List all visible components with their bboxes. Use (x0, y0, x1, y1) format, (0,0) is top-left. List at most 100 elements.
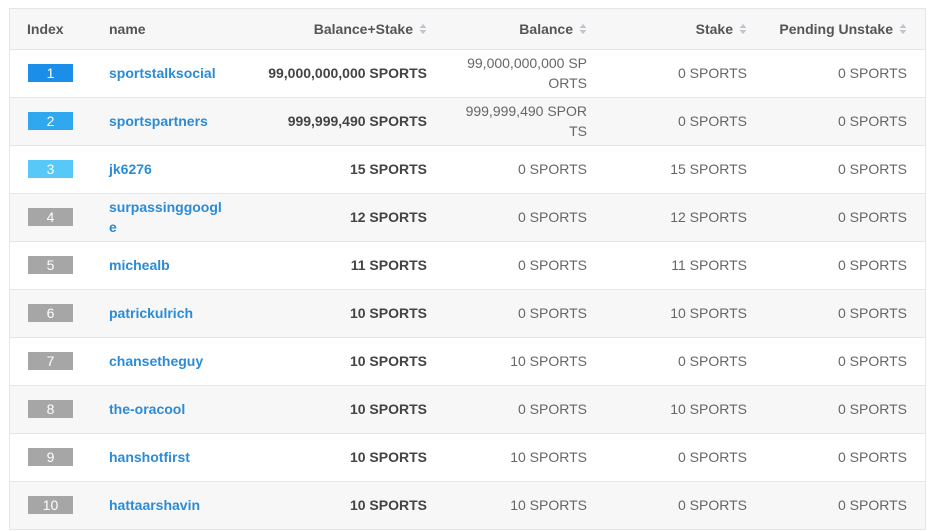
table-row: 2 sportspartners 999,999,490 SPORTS 999,999… (10, 97, 925, 145)
cell-stake: 12 SPORTS (670, 209, 747, 225)
cell-balance: 0 SPORTS (427, 289, 587, 337)
cell-stake: 0 SPORTS (678, 497, 747, 513)
cell-index: 1 (10, 49, 109, 97)
cell-balance-stake: 10 SPORTS (349, 497, 427, 513)
cell-name: surpassinggoogle (109, 193, 234, 241)
balance-value: 0 SPORTS (518, 209, 587, 225)
cell-balance-stake: 99,000,000,000 SPORTS (268, 65, 427, 81)
header-total-sortable[interactable]: Balance+Stake (234, 9, 427, 50)
header-balance-label: Balance (519, 20, 573, 37)
cell-pending-unstake: 0 SPORTS (838, 353, 907, 369)
cell-index: 6 (10, 289, 109, 337)
table-row: 10 hattaarshavin 10 SPORTS 10 SPORTS 0 SPORT… (10, 481, 925, 529)
richlist-table-container: Index name Balance+Stake Balance Stake P… (9, 8, 926, 530)
header-index: Index (10, 9, 109, 50)
cell-balance: 0 SPORTS (427, 193, 587, 241)
cell-index: 2 (10, 97, 109, 145)
table-row: 6 patrickulrich 10 SPORTS 0 SPORTS 10 SPORTS… (10, 289, 925, 337)
cell-pending-unstake: 0 SPORTS (838, 449, 907, 465)
header-row: Index name Balance+Stake Balance Stake P… (10, 9, 925, 50)
balance-value: 999,999,490 SPORTS (465, 103, 587, 139)
balance-value: 10 SPORTS (510, 497, 587, 513)
cell-balance-stake: 15 SPORTS (349, 161, 427, 177)
account-link[interactable]: chansetheguy (109, 351, 225, 371)
rank-badge: 8 (28, 400, 73, 418)
cell-name: the-oracool (109, 385, 234, 433)
header-index-label: Index (27, 20, 64, 37)
header-balance-sortable[interactable]: Balance (427, 9, 587, 50)
cell-balance-stake: 999,999,490 SPORTS (287, 113, 427, 129)
account-link[interactable]: michealb (109, 255, 225, 275)
cell-balance-stake: 10 SPORTS (349, 305, 427, 321)
cell-balance: 10 SPORTS (427, 337, 587, 385)
header-pending-sortable[interactable]: Pending Unstake (747, 9, 925, 50)
account-link[interactable]: hattaarshavin (109, 495, 225, 515)
account-link[interactable]: jk6276 (109, 159, 225, 179)
cell-stake: 11 SPORTS (671, 257, 747, 273)
cell-stake: 0 SPORTS (678, 113, 747, 129)
cell-balance: 0 SPORTS (427, 241, 587, 289)
account-link[interactable]: patrickulrich (109, 303, 225, 323)
cell-stake: 0 SPORTS (678, 65, 747, 81)
sort-icon[interactable] (419, 23, 427, 35)
cell-balance-stake: 10 SPORTS (349, 353, 427, 369)
header-pending-label: Pending Unstake (779, 20, 893, 37)
header-stake-sortable[interactable]: Stake (587, 9, 747, 50)
cell-name: sportspartners (109, 97, 234, 145)
header-name-label: name (109, 20, 146, 37)
cell-pending-unstake: 0 SPORTS (838, 161, 907, 177)
rank-badge: 2 (28, 112, 73, 130)
balance-value: 0 SPORTS (518, 257, 587, 273)
cell-index: 3 (10, 145, 109, 193)
cell-pending-unstake: 0 SPORTS (838, 65, 907, 81)
cell-pending-unstake: 0 SPORTS (838, 257, 907, 273)
balance-value: 10 SPORTS (510, 449, 587, 465)
cell-name: chansetheguy (109, 337, 234, 385)
table-row: 7 chansetheguy 10 SPORTS 10 SPORTS 0 SPORTS 0… (10, 337, 925, 385)
rank-badge: 10 (28, 496, 73, 514)
cell-name: sportstalksocial (109, 49, 234, 97)
cell-pending-unstake: 0 SPORTS (838, 305, 907, 321)
cell-balance-stake: 12 SPORTS (349, 209, 427, 225)
rank-badge: 1 (28, 64, 73, 82)
cell-balance: 0 SPORTS (427, 145, 587, 193)
table-row: 5 michealb 11 SPORTS 0 SPORTS 11 SPORTS 0 SPO… (10, 241, 925, 289)
cell-index: 9 (10, 433, 109, 481)
header-total-label: Balance+Stake (313, 20, 413, 37)
cell-name: patrickulrich (109, 289, 234, 337)
cell-stake: 0 SPORTS (678, 449, 747, 465)
cell-balance: 999,999,490 SPORTS (427, 97, 587, 145)
table-row: 1 sportstalksocial 99,000,000,000 SPORTS 99… (10, 49, 925, 97)
cell-index: 7 (10, 337, 109, 385)
header-stake-label: Stake (695, 20, 733, 37)
sort-icon[interactable] (899, 23, 907, 35)
cell-balance-stake: 11 SPORTS (350, 257, 427, 273)
cell-index: 5 (10, 241, 109, 289)
cell-name: michealb (109, 241, 234, 289)
rank-badge: 6 (28, 304, 73, 322)
cell-name: jk6276 (109, 145, 234, 193)
account-link[interactable]: the-oracool (109, 399, 225, 419)
balance-value: 99,000,000,000 SPORTS (467, 55, 587, 91)
balance-value: 10 SPORTS (510, 353, 587, 369)
account-link[interactable]: surpassinggoogle (109, 197, 225, 237)
cell-index: 10 (10, 481, 109, 529)
cell-pending-unstake: 0 SPORTS (838, 401, 907, 417)
balance-value: 0 SPORTS (518, 161, 587, 177)
sort-icon[interactable] (739, 23, 747, 35)
sort-icon[interactable] (579, 23, 587, 35)
balance-value: 0 SPORTS (518, 401, 587, 417)
account-link[interactable]: hanshotfirst (109, 447, 225, 467)
cell-balance-stake: 10 SPORTS (349, 401, 427, 417)
header-name: name (109, 9, 234, 50)
cell-stake: 15 SPORTS (670, 161, 747, 177)
table-row: 3 jk6276 15 SPORTS 0 SPORTS 15 SPORTS 0 SPORT… (10, 145, 925, 193)
cell-stake: 10 SPORTS (670, 305, 747, 321)
cell-balance: 10 SPORTS (427, 481, 587, 529)
cell-balance: 10 SPORTS (427, 433, 587, 481)
account-link[interactable]: sportstalksocial (109, 63, 225, 83)
rank-badge: 9 (28, 448, 73, 466)
cell-stake: 0 SPORTS (678, 353, 747, 369)
account-link[interactable]: sportspartners (109, 111, 225, 131)
cell-pending-unstake: 0 SPORTS (838, 113, 907, 129)
